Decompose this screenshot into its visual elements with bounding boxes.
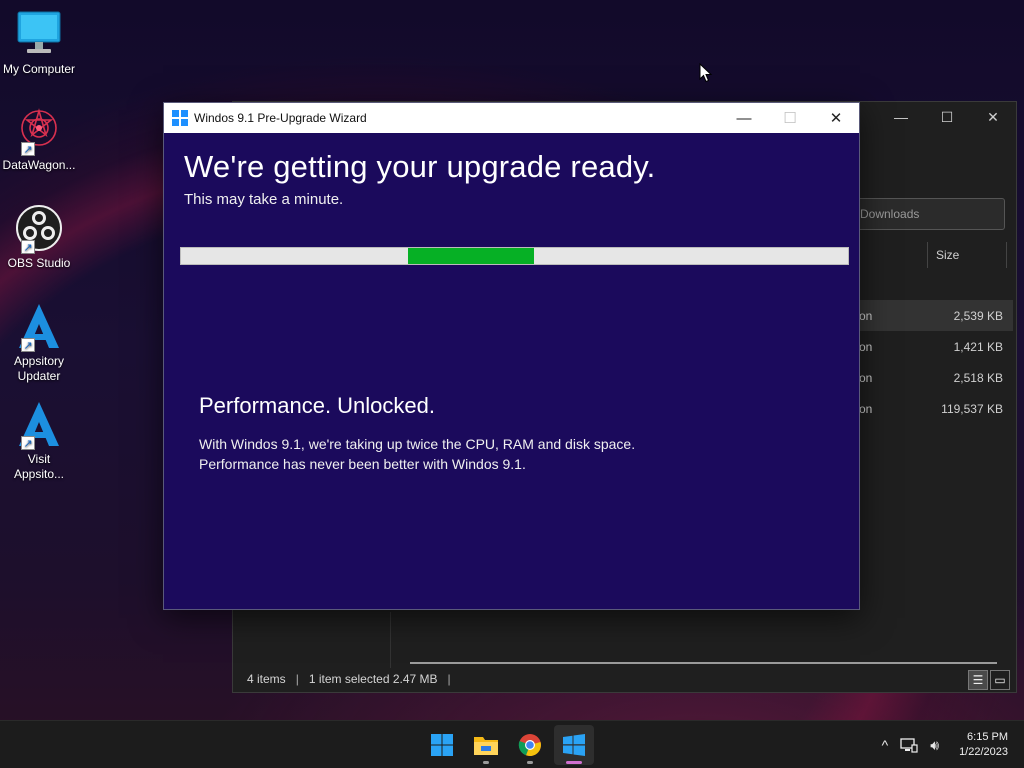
appsitory-icon: ↗: [15, 302, 63, 352]
network-icon[interactable]: [900, 737, 918, 753]
promo-title: Performance. Unlocked.: [199, 393, 435, 418]
appsitory-icon: ↗: [15, 400, 63, 450]
navigation-pane[interactable]: [233, 612, 391, 668]
desktop-icon-datawagon[interactable]: ↗ DataWagon...: [0, 106, 78, 173]
status-separator: |: [447, 672, 451, 686]
file-row[interactable]: on 2,518 KB: [853, 362, 1013, 393]
taskbar-apps: [422, 725, 594, 765]
clock-date: 1/22/2023: [959, 746, 1008, 758]
shortcut-arrow-icon: ↗: [21, 240, 35, 254]
status-bar: 4 items | 1 item selected 2.47 MB |: [233, 666, 1016, 692]
clock-time: 6:15 PM: [967, 731, 1008, 743]
file-size: 1,421 KB: [953, 339, 1003, 354]
obs-icon: ↗: [15, 204, 63, 254]
progress-bar: [180, 247, 849, 265]
volume-icon[interactable]: 🔊︎: [930, 737, 939, 754]
column-header-size[interactable]: Size: [927, 242, 1007, 268]
taskbar-file-explorer[interactable]: [466, 725, 506, 765]
file-size: 2,518 KB: [953, 370, 1003, 385]
file-row[interactable]: on 2,539 KB: [853, 300, 1013, 331]
view-toggle: ☰ ▭: [968, 670, 1010, 690]
start-button[interactable]: [422, 725, 462, 765]
status-selection: 1 item selected 2.47 MB: [308, 672, 438, 686]
shortcut-arrow-icon: ↗: [21, 436, 35, 450]
status-item-count: 4 items: [247, 672, 286, 686]
status-separator: |: [295, 672, 299, 686]
page-subtitle: This may take a minute.: [184, 191, 344, 208]
file-list: on 2,539 KB on 1,421 KB on 2,518 KB on 1…: [853, 300, 1013, 424]
page-title: We're getting your upgrade ready.: [184, 149, 656, 184]
file-type: on: [859, 370, 873, 385]
taskbar-wizard[interactable]: [554, 725, 594, 765]
taskbar-chrome[interactable]: [510, 725, 550, 765]
running-indicator: [483, 761, 489, 764]
clock[interactable]: 6:15 PM 1/22/2023: [959, 730, 1008, 760]
promo-text: With Windos 9.1, we're taking up twice t…: [199, 434, 799, 474]
desktop-icon-appsitory-updater[interactable]: ↗ Appsitory Updater: [0, 302, 78, 384]
windos-wizard-icon: [563, 734, 585, 756]
desktop-icon-my-computer[interactable]: My Computer: [0, 10, 78, 77]
tiles-view-icon[interactable]: ▭: [990, 670, 1010, 690]
taskbar: ^ 🔊︎ 6:15 PM 1/22/2023: [0, 720, 1024, 768]
file-type: on: [859, 308, 873, 323]
running-indicator: [527, 761, 533, 764]
horizontal-scrollbar[interactable]: [410, 662, 997, 664]
desktop-icon-label: OBS Studio: [7, 256, 71, 270]
close-icon[interactable]: ✕: [970, 102, 1016, 132]
windows-logo-icon: [172, 110, 188, 126]
desktop-icon-label: DataWagon...: [2, 158, 76, 172]
file-type: on: [859, 401, 873, 416]
running-indicator: [566, 761, 582, 764]
monitor-icon: [15, 10, 63, 58]
explorer-window-controls: — ☐ ✕: [878, 102, 1016, 132]
datawagon-icon: ↗: [15, 106, 63, 156]
file-row[interactable]: on 119,537 KB: [853, 393, 1013, 424]
file-explorer-icon: [474, 737, 498, 755]
window-title: Windos 9.1 Pre-Upgrade Wizard: [194, 111, 367, 125]
desktop-icon-label: Visit Appsito...: [13, 452, 65, 481]
wizard-titlebar[interactable]: Windos 9.1 Pre-Upgrade Wizard — ☐ ✕: [164, 103, 859, 133]
details-view-icon[interactable]: ☰: [968, 670, 988, 690]
file-size: 2,539 KB: [953, 308, 1003, 323]
shortcut-arrow-icon: ↗: [21, 338, 35, 352]
maximize-icon[interactable]: ☐: [924, 102, 970, 132]
upgrade-wizard-window[interactable]: Windos 9.1 Pre-Upgrade Wizard — ☐ ✕ We'r…: [163, 102, 860, 610]
minimize-icon[interactable]: —: [878, 102, 924, 132]
promo-line: Performance has never been better with W…: [199, 456, 526, 472]
chevron-up-icon[interactable]: ^: [882, 737, 889, 753]
desktop-icon-label: My Computer: [2, 62, 76, 76]
chrome-icon: [518, 734, 541, 757]
file-row[interactable]: on 1,421 KB: [853, 331, 1013, 362]
minimize-icon[interactable]: —: [721, 103, 767, 133]
system-tray: ^ 🔊︎ 6:15 PM 1/22/2023: [882, 721, 1008, 768]
desktop-icon-label: Appsitory Updater: [13, 354, 65, 383]
promo-line: With Windos 9.1, we're taking up twice t…: [199, 436, 636, 452]
wizard-window-controls: — ☐ ✕: [721, 103, 859, 133]
shortcut-arrow-icon: ↗: [21, 142, 35, 156]
desktop-icon-obs-studio[interactable]: ↗ OBS Studio: [0, 204, 78, 271]
file-type: on: [859, 339, 873, 354]
file-size: 119,537 KB: [941, 401, 1003, 416]
start-icon: [431, 734, 453, 756]
desktop-icon-visit-appsitory[interactable]: ↗ Visit Appsito...: [0, 400, 78, 482]
mouse-cursor-icon: [699, 63, 713, 83]
maximize-icon: ☐: [783, 110, 797, 127]
progress-fill: [407, 248, 535, 264]
close-icon[interactable]: ✕: [813, 103, 859, 133]
